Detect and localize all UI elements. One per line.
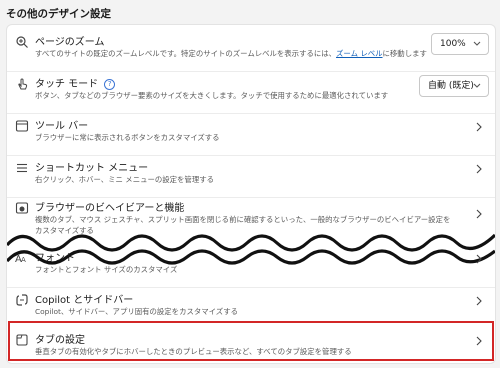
touch-mode-select-value: 自動 (既定) [428,81,474,91]
font-icon: AA [15,251,29,265]
chevron-right-icon [475,164,483,174]
touch-icon [15,77,29,91]
touch-mode-label: タッチ モード? [35,75,116,90]
toolbar-row[interactable]: ツール バー ブラウザーに常に表示されるボタンをカスタマイズする [7,117,495,153]
chevron-right-icon [475,122,483,132]
zoom-level-link[interactable]: ズーム レベル [336,49,382,58]
toolbar-icon [15,119,29,133]
touch-mode-desc: ボタン、タブなどのブラウザー要素のサイズを大きくします。タッチで使用するために最… [35,91,389,100]
divider [7,155,495,156]
chevron-down-icon [473,83,481,89]
chevron-down-icon [473,41,481,47]
divider [7,71,495,72]
highlight-box [8,321,494,361]
divider [7,287,495,288]
fonts-label: フォント [35,253,75,264]
section-title: その他のデザイン設定 [6,8,111,20]
divider [7,197,495,198]
page-zoom-desc-text: すべてのサイトの既定のズームレベルです。特定のサイトのズームレベルを表示するには… [35,49,337,58]
page-zoom-row: ページのズーム すべてのサイトの既定のズームレベルです。特定のサイトのズームレベ… [7,33,495,69]
chevron-right-icon [475,254,483,264]
page-zoom-desc-tail: に移動します [382,49,427,58]
page-zoom-select[interactable]: 100% [431,33,489,55]
help-icon[interactable]: ? [104,79,116,90]
divider [7,113,495,114]
zoom-icon [15,35,29,49]
settings-card: ページのズーム すべてのサイトの既定のズームレベルです。特定のサイトのズームレベ… [6,24,496,364]
page-zoom-label: ページのズーム [35,37,105,48]
shortcut-menu-desc: 右クリック、ホバー、ミニ メニューの設定を管理する [35,175,214,184]
copilot-sidebar-desc: Copilot、サイドバー、アプリ固有の設定をカスタマイズする [35,307,238,316]
chevron-right-icon [475,296,483,306]
svg-text:A: A [21,256,26,264]
touch-mode-row: タッチ モード? ボタン、タブなどのブラウザー要素のサイズを大きくします。タッチ… [7,75,495,111]
page-zoom-desc: すべてのサイトの既定のズームレベルです。特定のサイトのズームレベルを表示するには… [35,48,455,59]
browser-behavior-icon [15,201,29,215]
copilot-icon [15,293,29,307]
touch-mode-select[interactable]: 自動 (既定) [419,75,489,97]
shortcut-menu-label: ショートカット メニュー [35,163,149,174]
toolbar-desc: ブラウザーに常に表示されるボタンをカスタマイズする [35,133,220,142]
fonts-row[interactable]: AA フォント フォントとフォント サイズのカスタマイズ [7,249,495,285]
page-zoom-select-value: 100% [440,39,466,49]
copilot-sidebar-label: Copilot とサイドバー [35,295,134,306]
touch-mode-label-text: タッチ モード [35,79,99,90]
shortcut-menu-row[interactable]: ショートカット メニュー 右クリック、ホバー、ミニ メニューの設定を管理する [7,159,495,195]
browser-behavior-label: ブラウザーのビヘイビアーと機能 [35,203,185,214]
toolbar-label: ツール バー [35,121,89,132]
menu-lines-icon [15,161,29,175]
fonts-desc: フォントとフォント サイズのカスタマイズ [35,265,178,274]
